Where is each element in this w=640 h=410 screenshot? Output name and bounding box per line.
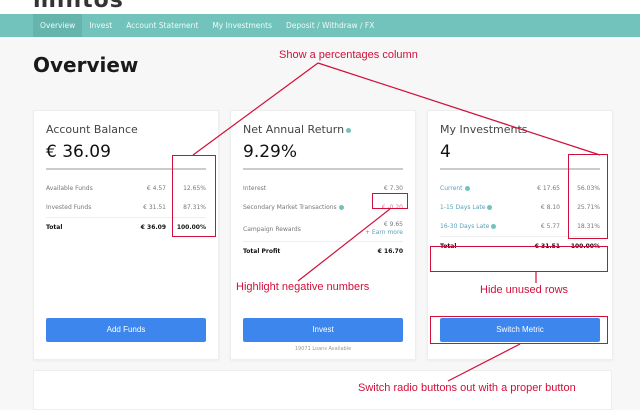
annotation-box xyxy=(172,155,216,237)
annotation-percentages: Show a percentages column xyxy=(279,49,418,61)
annotation-switch: Switch radio buttons out with a proper b… xyxy=(358,382,576,394)
annotation-box xyxy=(372,193,408,209)
annotation-negative: Highlight negative numbers xyxy=(236,281,370,293)
annotation-box xyxy=(430,246,608,272)
annotation-box xyxy=(430,316,608,344)
annotation-box xyxy=(568,154,608,239)
annotation-hide-rows: Hide unused rows xyxy=(480,284,569,296)
